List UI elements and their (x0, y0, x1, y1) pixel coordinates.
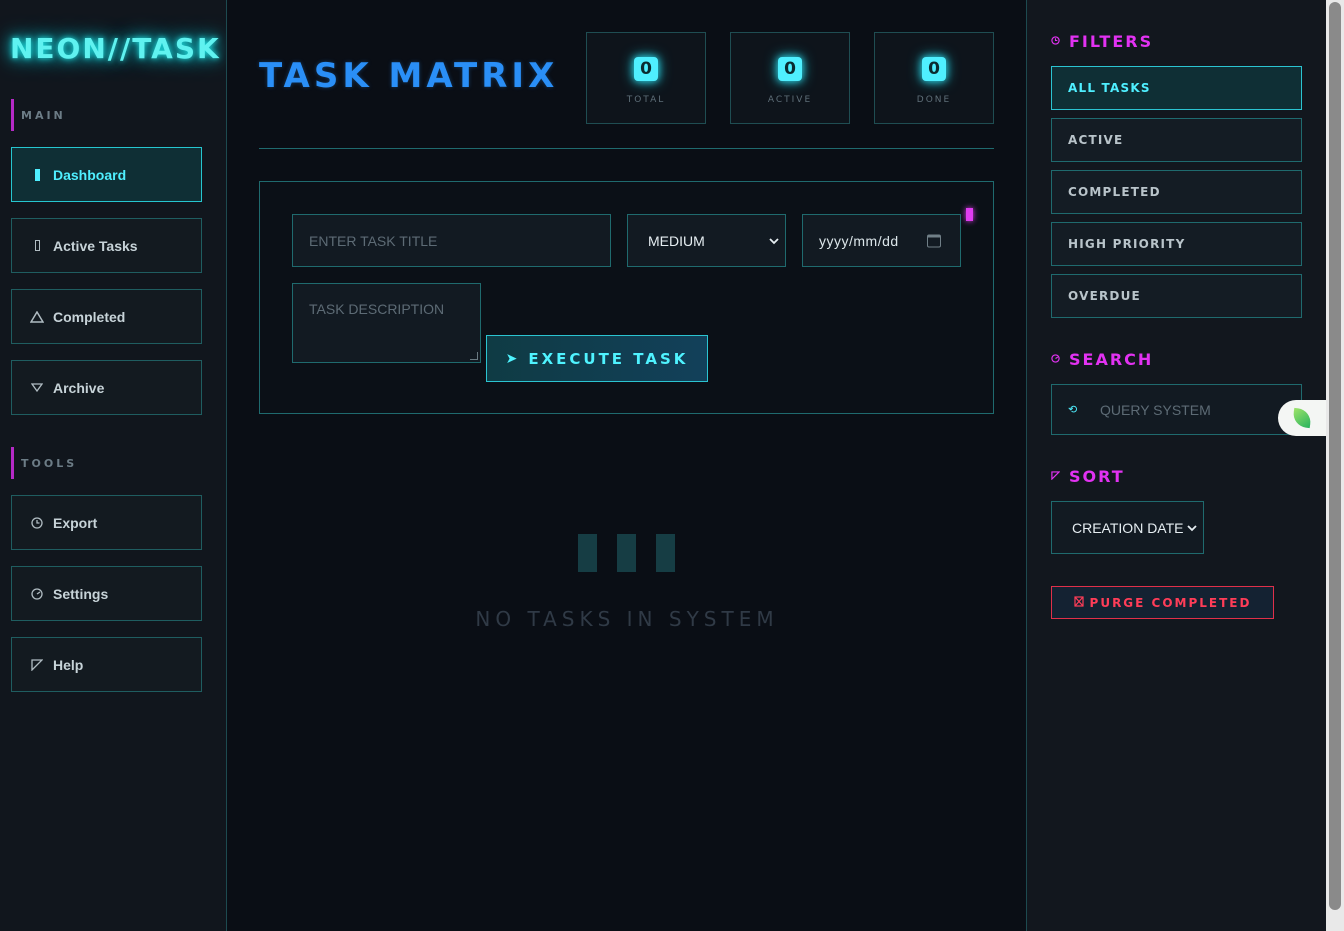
bar-icon (28, 168, 46, 181)
sidebar-item-label: Completed (53, 308, 126, 325)
sidebar-item-dashboard[interactable]: Dashboard (11, 147, 202, 202)
sidebar-item-help[interactable]: Help (11, 637, 202, 692)
sidebar-section-main: MAIN (11, 99, 66, 131)
gauge-icon (28, 587, 46, 600)
sidebar-item-label: Help (53, 656, 84, 673)
sidebar: NEON//TASK MAIN Dashboard Active Tasks C… (0, 0, 227, 931)
scrollbar-thumb[interactable] (1329, 2, 1341, 910)
main-content: TASK MATRIX 0 TOTAL 0 ACTIVE 0 DONE ENTE… (227, 0, 1027, 931)
sidebar-section-tools: TOOLS (11, 447, 77, 479)
search-heading: SEARCH (1051, 350, 1153, 369)
sidebar-item-label: Active Tasks (53, 237, 138, 254)
filter-active[interactable]: ACTIVE (1051, 118, 1302, 162)
resize-handle[interactable] (470, 352, 478, 360)
purge-completed-label: PURGE COMPLETED (1089, 595, 1252, 610)
clock-icon (28, 516, 46, 529)
stat-label: TOTAL (626, 95, 666, 105)
sidebar-item-active-tasks[interactable]: Active Tasks (11, 218, 202, 273)
due-date-placeholder: yyyy/mm/dd (819, 232, 899, 249)
sort-heading-text: SORT (1069, 467, 1125, 486)
task-description-input[interactable]: TASK DESCRIPTION (292, 283, 481, 363)
stat-label: ACTIVE (767, 95, 813, 105)
description-placeholder: TASK DESCRIPTION (309, 301, 445, 317)
sort-select[interactable]: CREATION DATE (1051, 501, 1204, 554)
sidebar-item-label: Settings (53, 585, 109, 602)
task-form: ENTER TASK TITLE MEDIUM yyyy/mm/dd TASK … (259, 181, 994, 414)
sidebar-item-export[interactable]: Export (11, 495, 202, 550)
chevron-down-icon (1187, 521, 1197, 535)
priority-select[interactable]: MEDIUM (627, 214, 786, 267)
search-input[interactable]: ⟲ QUERY SYSTEM (1051, 384, 1302, 435)
due-date-input[interactable]: yyyy/mm/dd (802, 214, 961, 267)
sidebar-item-archive[interactable]: Archive (11, 360, 202, 415)
purge-completed-button[interactable]: PURGE COMPLETED (1051, 586, 1274, 619)
triangle-icon (28, 310, 46, 323)
assistant-widget[interactable] (1278, 400, 1326, 436)
corner-triangle-icon (28, 658, 46, 671)
rectangle-icon (28, 240, 46, 251)
execute-task-button[interactable]: ➤ EXECUTE TASK (486, 335, 708, 382)
refresh-icon: ⟲ (1068, 404, 1078, 416)
stat-value: 0 (922, 57, 946, 81)
right-panel: FILTERS ALL TASKS ACTIVE COMPLETED HIGH … (1027, 0, 1326, 931)
sidebar-item-completed[interactable]: Completed (11, 289, 202, 344)
x-box-icon (1073, 595, 1084, 610)
stat-value: 0 (778, 57, 802, 81)
header-divider (259, 148, 994, 149)
empty-state-text: NO TASKS IN SYSTEM (475, 607, 779, 631)
sort-value: CREATION DATE (1072, 519, 1184, 536)
gauge-icon (1051, 353, 1062, 366)
stat-value: 0 (634, 57, 658, 81)
corner-triangle-icon (1051, 470, 1062, 483)
triangle-down-icon (28, 383, 46, 392)
task-title-input[interactable]: ENTER TASK TITLE (292, 214, 611, 267)
sidebar-item-settings[interactable]: Settings (11, 566, 202, 621)
stat-label: DONE (916, 95, 952, 105)
calendar-icon[interactable] (927, 234, 941, 247)
sidebar-item-label: Dashboard (53, 166, 127, 183)
execute-task-label: EXECUTE TASK (528, 349, 689, 368)
chevron-down-icon (769, 234, 779, 248)
filter-overdue[interactable]: OVERDUE (1051, 274, 1302, 318)
sidebar-item-label: Archive (53, 379, 105, 396)
filter-completed[interactable]: COMPLETED (1051, 170, 1302, 214)
clock-icon (1051, 35, 1062, 48)
filter-all-tasks[interactable]: ALL TASKS (1051, 66, 1302, 110)
stat-total: 0 TOTAL (586, 32, 706, 124)
sidebar-item-label: Export (53, 514, 98, 531)
stat-done: 0 DONE (874, 32, 994, 124)
filters-heading: FILTERS (1051, 32, 1153, 51)
leaf-icon (1291, 407, 1313, 429)
sort-heading: SORT (1051, 467, 1125, 486)
filters-heading-text: FILTERS (1069, 32, 1154, 51)
filter-high-priority[interactable]: HIGH PRIORITY (1051, 222, 1302, 266)
arrow-right-icon: ➤ (505, 350, 521, 367)
app-logo: NEON//TASK (10, 32, 221, 65)
corner-accent (966, 208, 973, 221)
scrollbar[interactable] (1326, 0, 1344, 931)
search-placeholder: QUERY SYSTEM (1100, 401, 1211, 418)
stat-active: 0 ACTIVE (730, 32, 850, 124)
search-heading-text: SEARCH (1069, 350, 1154, 369)
priority-value: MEDIUM (648, 232, 705, 249)
page-title: TASK MATRIX (259, 56, 559, 96)
